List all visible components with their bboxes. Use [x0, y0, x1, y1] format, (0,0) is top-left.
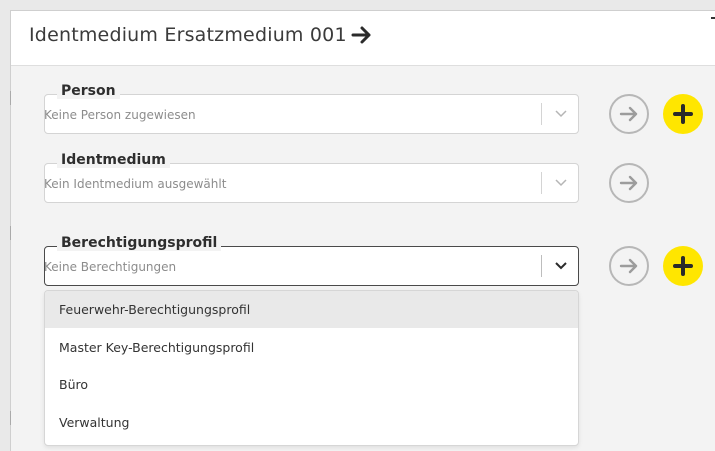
arrow-right-icon	[619, 258, 638, 274]
dropdown-option[interactable]: Master Key-Berechtigungsprofil	[45, 329, 578, 366]
add-berechtigungsprofil-button[interactable]	[663, 246, 703, 286]
dropdown-option[interactable]: Büro	[45, 366, 578, 403]
arrow-right-icon	[619, 175, 638, 191]
person-select[interactable]: Person Keine Person zugewiesen	[44, 83, 579, 134]
person-label: Person	[57, 83, 120, 99]
edge-marker	[10, 411, 11, 425]
select-divider	[541, 255, 542, 277]
berechtigungsprofil-label: Berechtigungsprofil	[57, 235, 222, 251]
identmedium-select[interactable]: Identmedium Kein Identmedium ausgewählt	[44, 152, 579, 203]
arrow-right-icon	[619, 106, 638, 122]
edge-marker	[10, 226, 11, 240]
plus-icon	[673, 104, 693, 124]
page-title: Identmedium Ersatzmedium 001	[29, 24, 347, 46]
arrow-right-icon[interactable]	[351, 25, 373, 45]
plus-icon	[673, 256, 693, 276]
dropdown-option[interactable]: Feuerwehr-Berechtigungsprofil	[45, 291, 578, 328]
chevron-down-icon[interactable]	[553, 259, 569, 271]
assign-berechtigungsprofil-button[interactable]	[609, 246, 649, 286]
select-divider	[541, 172, 542, 194]
dialog-panel: Identmedium Ersatzmedium 001 Person Kein…	[10, 10, 715, 451]
chevron-down-icon[interactable]	[553, 176, 569, 188]
dropdown-option[interactable]: Verwaltung	[45, 404, 578, 441]
add-person-button[interactable]	[663, 94, 703, 134]
assign-identmedium-button[interactable]	[609, 163, 649, 203]
chevron-down-icon[interactable]	[553, 107, 569, 119]
berechtigungsprofil-dropdown: Feuerwehr-Berechtigungsprofil Master Key…	[44, 290, 579, 446]
dialog-header: Identmedium Ersatzmedium 001	[11, 11, 715, 66]
identmedium-placeholder: Kein Identmedium ausgewählt	[44, 177, 227, 191]
identmedium-label: Identmedium	[57, 152, 170, 168]
assign-person-button[interactable]	[609, 94, 649, 134]
edge-marker	[10, 91, 11, 105]
berechtigungsprofil-select[interactable]: Berechtigungsprofil Keine Berechtigungen	[44, 235, 579, 286]
person-placeholder: Keine Person zugewiesen	[44, 108, 196, 122]
select-divider	[541, 103, 542, 125]
berechtigungsprofil-placeholder: Keine Berechtigungen	[44, 260, 177, 274]
window-corner-mark	[711, 17, 715, 19]
